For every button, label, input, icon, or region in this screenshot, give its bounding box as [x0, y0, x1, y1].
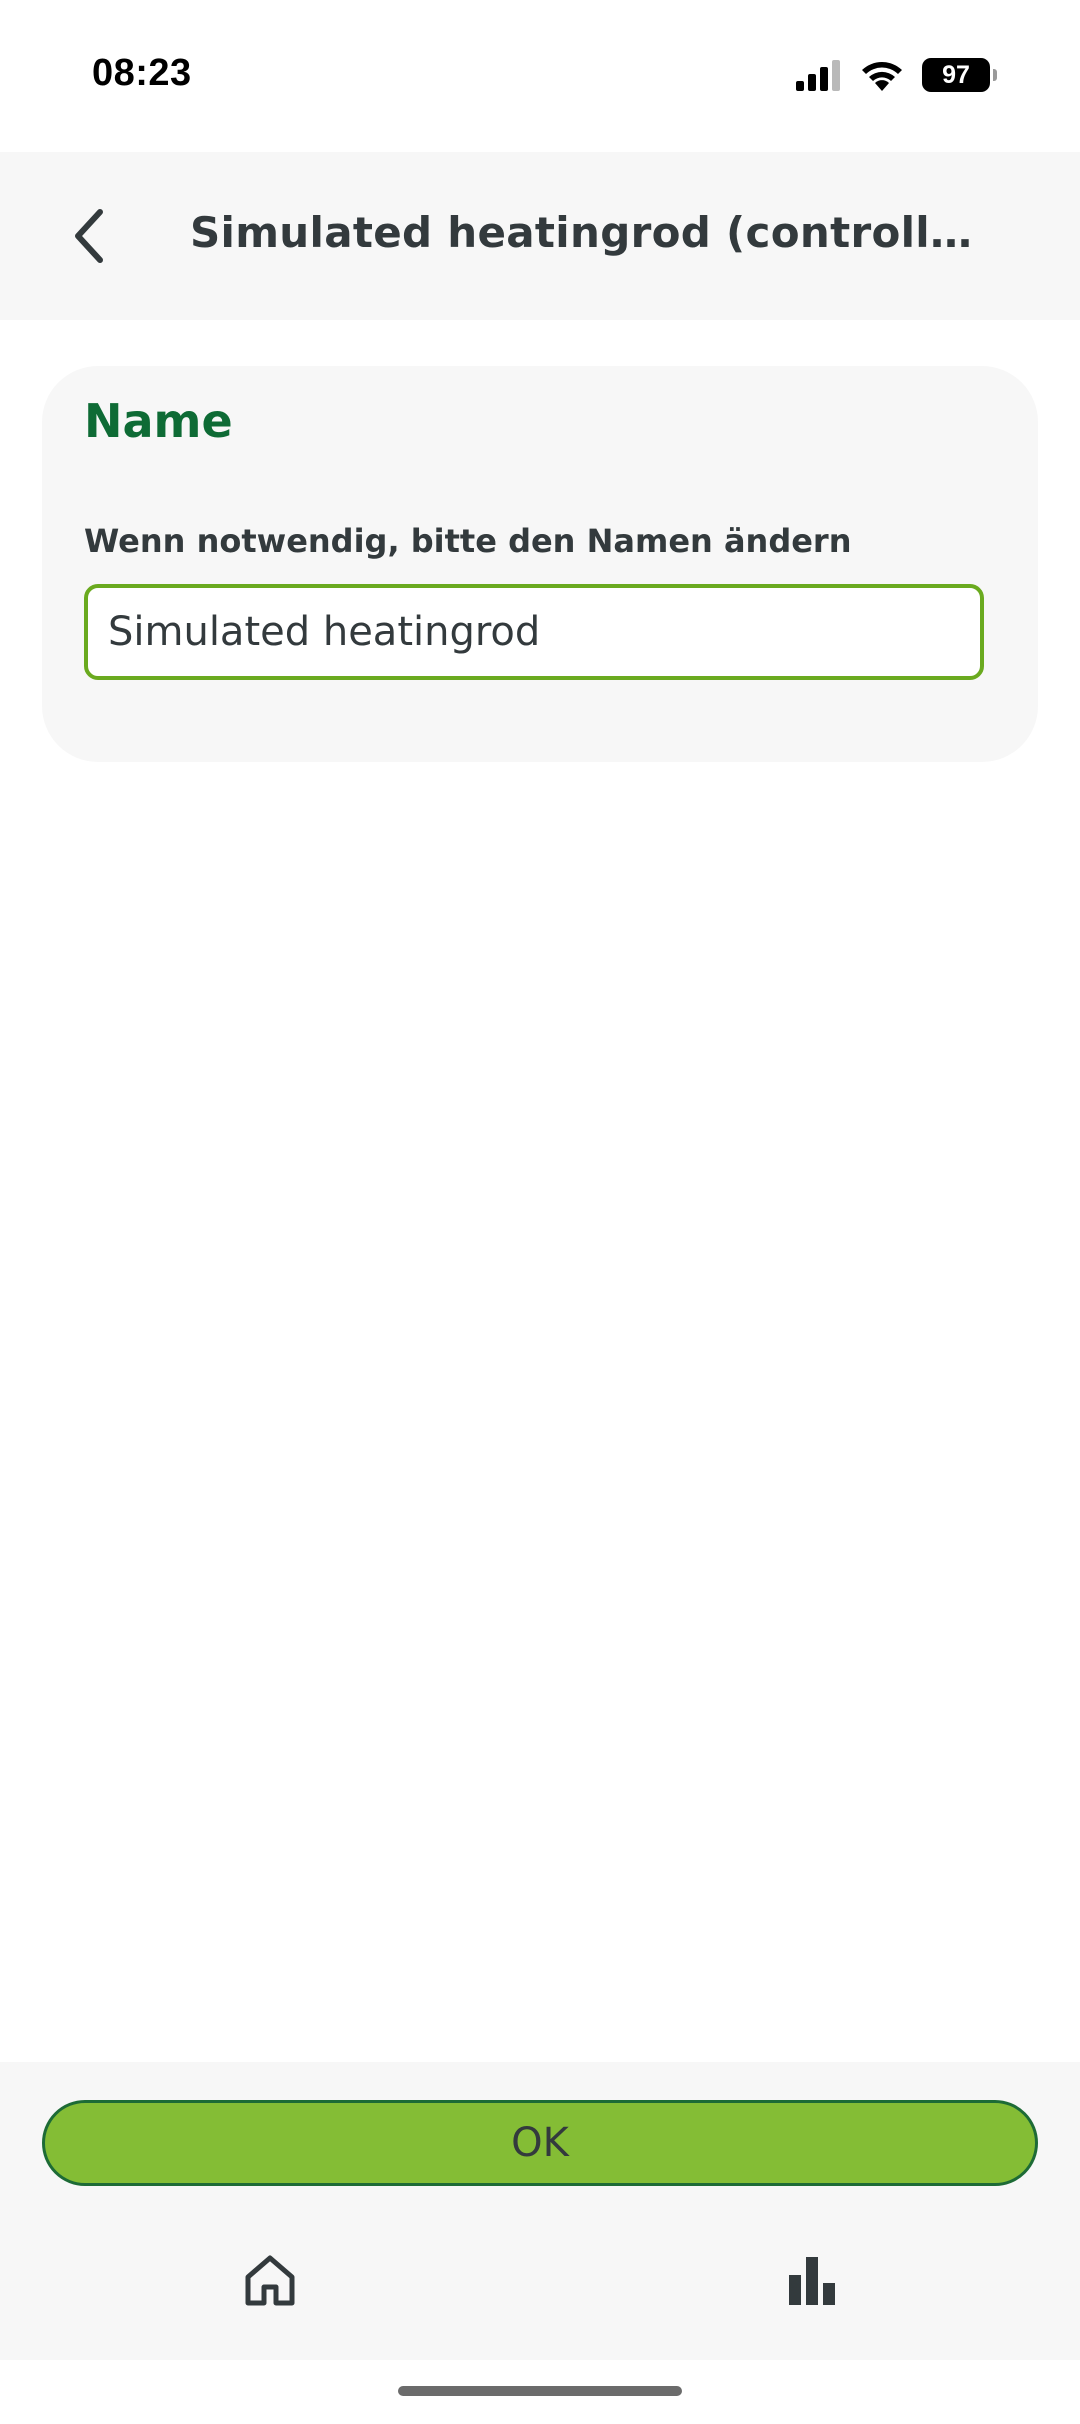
battery-level: 97 — [942, 60, 970, 89]
nav-home[interactable] — [240, 2250, 300, 2310]
chevron-left-icon — [75, 209, 103, 263]
name-card: Name Wenn notwendig, bitte den Namen änd… — [42, 366, 1038, 762]
battery-tip — [993, 69, 997, 81]
name-input[interactable] — [84, 584, 984, 680]
wifi-icon — [862, 62, 902, 91]
card-title: Name — [84, 394, 233, 448]
bar-chart-icon — [789, 2257, 835, 2305]
header-bar: Simulated heatingrod (controllable) — [0, 152, 1080, 320]
home-icon — [245, 2255, 295, 2306]
status-bar: 08:23 97 — [0, 0, 1080, 152]
screen: 08:23 97 Simulated heatingrod (controlla… — [0, 0, 1080, 2424]
status-icons: 97 — [794, 58, 997, 92]
cellular-signal-icon — [796, 60, 840, 91]
bottom-area: OK — [0, 2062, 1080, 2360]
name-field-label: Wenn notwendig, bitte den Namen ändern — [84, 522, 852, 560]
home-indicator — [398, 2386, 682, 2396]
back-button[interactable] — [52, 198, 128, 274]
ok-button[interactable]: OK — [42, 2100, 1038, 2186]
nav-statistics[interactable] — [782, 2250, 842, 2310]
battery-indicator: 97 — [922, 58, 997, 92]
page-title: Simulated heatingrod (controllable) — [190, 208, 980, 257]
status-time: 08:23 — [92, 52, 192, 94]
